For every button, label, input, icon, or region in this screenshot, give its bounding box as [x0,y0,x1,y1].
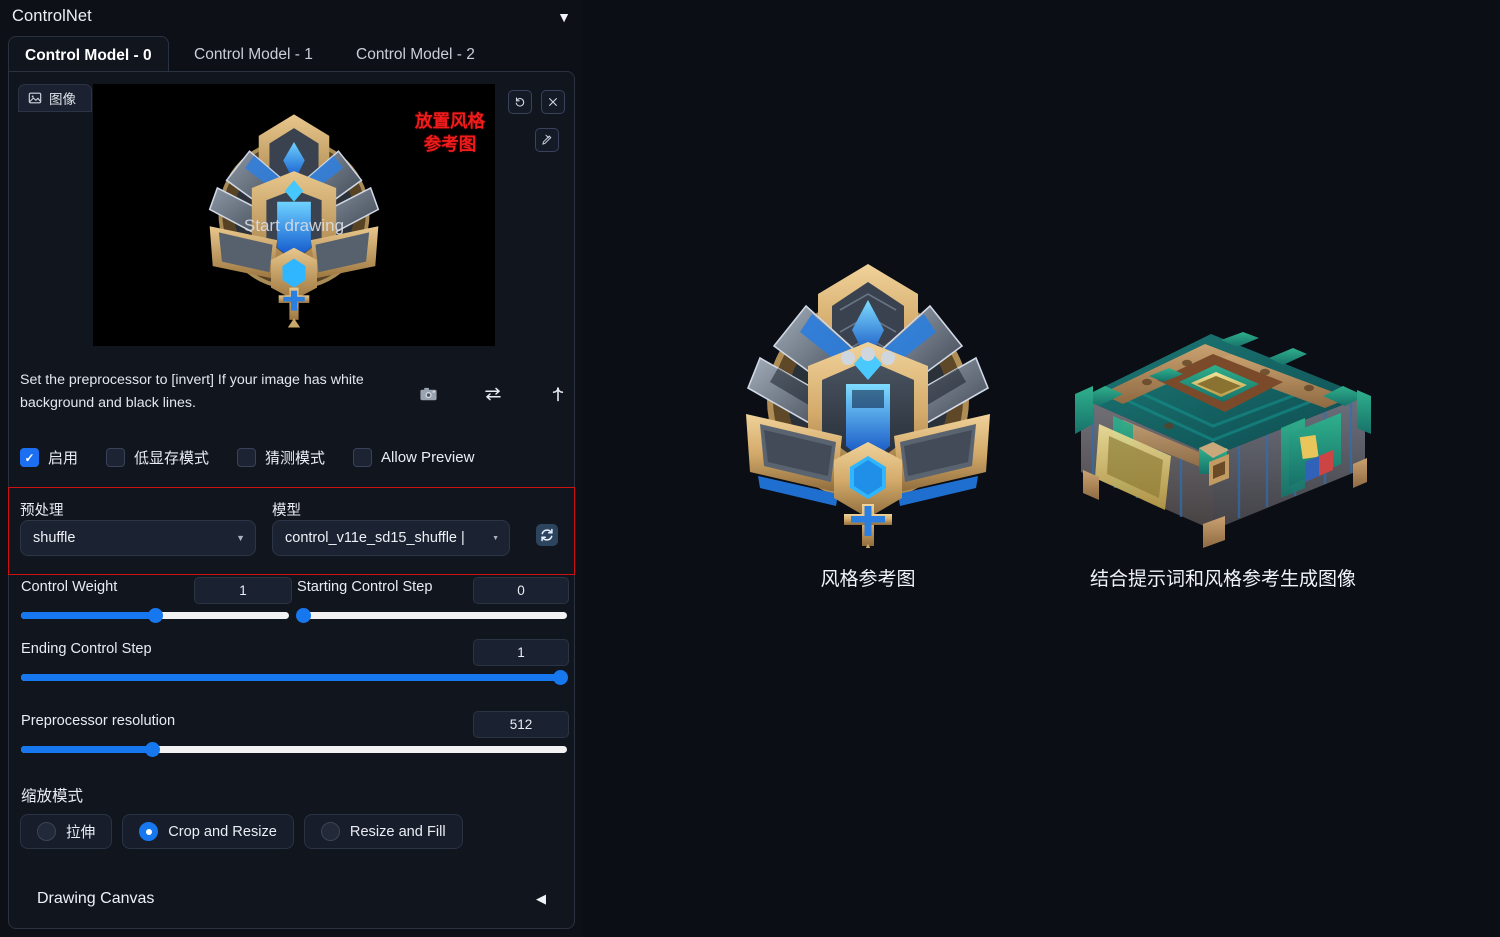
style-reference-item: 风格参考图 [713,248,1023,590]
model-value: control_v11e_sd15_shuffle | [285,530,465,546]
start-drawing-label: Start drawing [243,216,345,235]
resize-mode-label: 缩放模式 [21,788,84,805]
image-subtab[interactable]: 图像 [18,84,92,112]
preprocessor-resolution-slider-fill [21,746,153,753]
checkbox-guess-mode-label: 猜测模式 [265,450,326,467]
starting-control-step-slider[interactable] [296,608,567,623]
control-weight-slider[interactable] [21,608,289,623]
radio-crop-and-resize[interactable]: Crop and Resize [122,814,294,849]
radio-resize-and-fill-circle[interactable] [320,822,340,841]
image-action-icons [418,383,568,405]
edit-pen-icon[interactable] [535,128,559,152]
preprocessor-resolution-slider-knob[interactable] [145,742,161,757]
preprocessor-label: 预处理 [20,503,64,519]
swap-arrows-icon[interactable] [483,383,504,405]
radio-stretch-circle[interactable] [37,822,56,841]
annotation-line-1: 放置风格 [415,111,485,131]
model-select[interactable]: control_v11e_sd15_shuffle | ▼ [272,520,510,556]
page-title: ControlNet [12,7,92,25]
preprocessor-select[interactable]: shuffle ▼ [20,520,256,556]
refresh-models-button[interactable] [536,524,558,546]
checkbox-allow-preview-label: Allow Preview [381,449,475,466]
chevron-down-icon: ▼ [236,533,245,543]
radio-crop-and-resize-label: Crop and Resize [168,823,277,840]
checkbox-low-vram-box[interactable] [106,448,126,467]
generated-image-item: 结合提示词和风格参考生成图像 [1053,248,1393,590]
checkbox-enable-label: 启用 [48,450,79,467]
checkbox-allow-preview-box[interactable] [353,448,373,467]
undo-icon[interactable] [508,90,532,114]
camera-icon[interactable] [418,383,439,405]
preprocessor-resolution-slider[interactable] [21,742,567,757]
resize-mode-radios: 拉伸 Crop and Resize Resize and Fill [20,814,463,849]
model-label: 模型 [272,503,301,519]
starting-control-step-value[interactable]: 0 [473,577,569,604]
tab-control-model-0[interactable]: Control Model - 0 [8,36,169,74]
generated-image-caption: 结合提示词和风格参考生成图像 [1089,569,1356,590]
ending-control-step-slider-knob[interactable] [553,670,568,685]
style-reference-caption: 风格参考图 [820,569,916,590]
chevron-left-icon[interactable]: ◀ [536,891,546,907]
control-weight-slider-fill [21,612,155,619]
ending-control-step-slider-fill [21,674,567,681]
tab-control-model-2[interactable]: Control Model - 2 [340,36,491,74]
checkbox-enable[interactable]: 启用 [20,447,78,468]
preprocessor-resolution-label: Preprocessor resolution [21,713,176,729]
reference-emblem-thumbnail [179,98,409,333]
chevron-down-icon[interactable]: ▼ [557,10,571,24]
preprocessor-value: shuffle [33,530,76,546]
ending-control-step-value[interactable]: 1 [473,639,569,666]
image-subtab-label: 图像 [49,92,76,107]
app-root: ControlNet ▼ Control Model - 0 Control M… [0,0,1500,937]
control-weight-label: Control Weight [21,579,118,595]
radio-resize-and-fill-label: Resize and Fill [349,823,446,840]
showcase-pane: 风格参考图 结合提示词和风格参考生成图像 [583,0,1500,937]
annotation-line-2: 参考图 [423,134,477,155]
control-weight-value[interactable]: 1 [194,577,292,604]
option-checkboxes: 启用 低显存模式 猜测模式 Allow Preview [20,447,474,468]
preprocessor-resolution-value[interactable]: 512 [473,711,569,738]
checkbox-guess-mode-box[interactable] [237,448,257,467]
preview-tool-buttons [508,90,570,152]
starting-control-step-label: Starting Control Step [297,579,433,595]
radio-stretch[interactable]: 拉伸 [20,814,113,849]
control-weight-slider-knob[interactable] [148,608,163,623]
controlnet-panel: ControlNet ▼ Control Model - 0 Control M… [0,0,583,937]
place-style-reference-annotation: 放置风格 参考图 [415,110,485,156]
upload-arrow-icon[interactable] [547,383,568,405]
tab-control-model-1[interactable]: Control Model - 1 [178,36,329,74]
radio-crop-and-resize-circle[interactable] [139,822,159,841]
preprocessor-hint: Set the preprocessor to [invert] If your… [20,372,364,411]
radio-stretch-label: 拉伸 [66,825,96,841]
drawing-canvas-section[interactable]: Drawing Canvas ◀ [9,870,574,928]
treasure-chest-art [1053,248,1393,548]
ending-control-step-label: Ending Control Step [21,641,152,657]
drawing-canvas-label: Drawing Canvas [37,890,155,907]
starting-control-step-slider-knob[interactable] [296,608,311,623]
checkbox-low-vram-label: 低显存模式 [134,450,210,467]
knight-helmet-emblem-art [713,248,1023,548]
checkbox-low-vram[interactable]: 低显存模式 [106,447,209,468]
refresh-icon [541,528,553,542]
control-model-tabs: Control Model - 0 Control Model - 1 Cont… [0,36,583,74]
close-icon[interactable] [541,90,566,114]
checkbox-guess-mode[interactable]: 猜测模式 [237,447,325,468]
ending-control-step-slider[interactable] [21,670,568,685]
checkbox-allow-preview[interactable]: Allow Preview [353,448,474,467]
image-icon [28,92,42,104]
control-image-preview[interactable]: Start drawing 放置风格 参考图 [93,84,495,346]
controlnet-header[interactable]: ControlNet ▼ [0,0,583,33]
checkbox-enable-box[interactable] [20,448,39,467]
radio-resize-and-fill[interactable]: Resize and Fill [303,814,463,849]
chevron-down-icon: ▼ [492,534,499,542]
